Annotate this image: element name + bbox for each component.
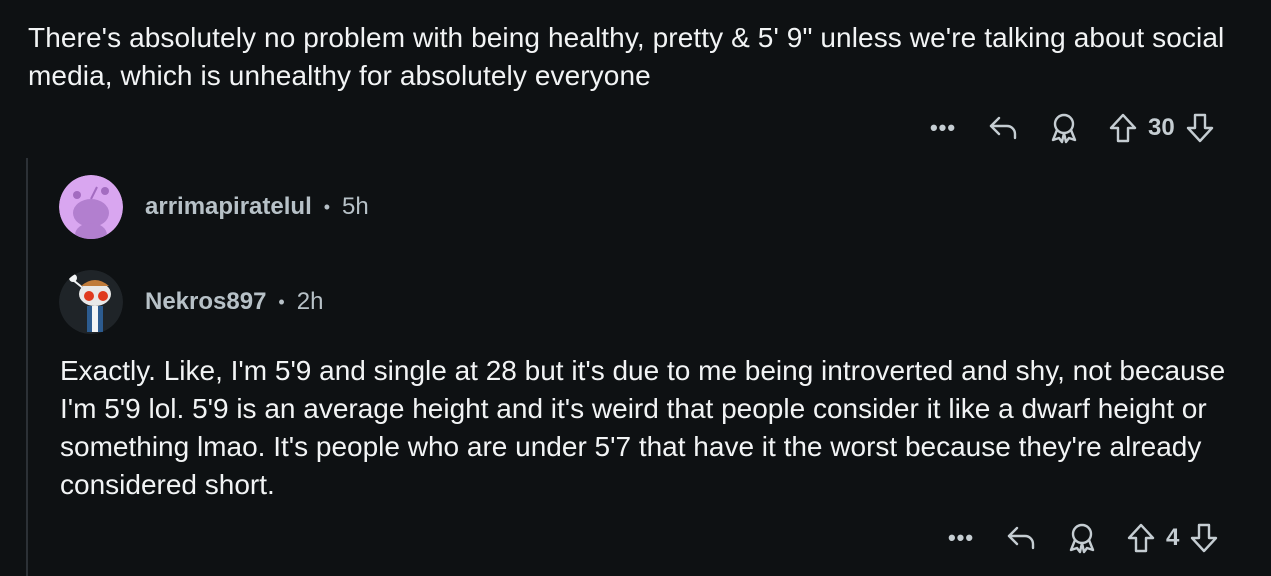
downvote-icon [1186,113,1213,143]
upvote-button[interactable] [1126,523,1156,553]
award-icon [1051,113,1077,144]
reply-comment-actions: ••• 4 [946,520,1219,556]
avatar[interactable] [59,270,123,334]
reply-header[interactable]: arrimapiratelul • 5h [59,175,369,239]
meta-separator: • [323,196,331,217]
username[interactable]: Nekros897 [145,288,266,316]
reply-icon [989,116,1017,140]
award-icon [1069,523,1095,554]
upvote-button[interactable] [1108,113,1138,143]
reply-button[interactable] [1004,524,1038,552]
more-icon: ••• [947,525,975,550]
reply-header[interactable]: Nekros897 • 2h [59,270,323,334]
reply-icon [1007,526,1035,550]
more-options-button[interactable]: ••• [946,527,976,549]
username[interactable]: arrimapiratelul [145,193,312,221]
meta-separator: • [278,291,285,312]
reply-comment-body: Exactly. Like, I'm 5'9 and single at 28 … [60,355,1226,500]
more-options-button[interactable]: ••• [928,117,958,139]
vote-count: 4 [1166,524,1180,551]
thread-line[interactable] [26,158,28,576]
vote-count: 30 [1148,114,1175,141]
avatar[interactable] [59,175,123,239]
snoo-avatar-icon [59,175,123,239]
more-icon: ••• [929,115,957,140]
upvote-icon [1109,113,1137,143]
timestamp[interactable]: 5h [342,193,369,221]
downvote-icon [1191,523,1218,553]
parent-comment-actions: ••• 30 [928,110,1215,146]
downvote-button[interactable] [1185,113,1215,143]
parent-comment-body: There's absolutely no problem with being… [28,22,1225,91]
downvote-button[interactable] [1189,523,1219,553]
snoo-avatar-icon [59,270,123,334]
award-button[interactable] [1066,522,1098,554]
upvote-icon [1127,523,1155,553]
timestamp[interactable]: 2h [297,288,324,316]
reply-button[interactable] [986,114,1020,142]
award-button[interactable] [1048,112,1080,144]
